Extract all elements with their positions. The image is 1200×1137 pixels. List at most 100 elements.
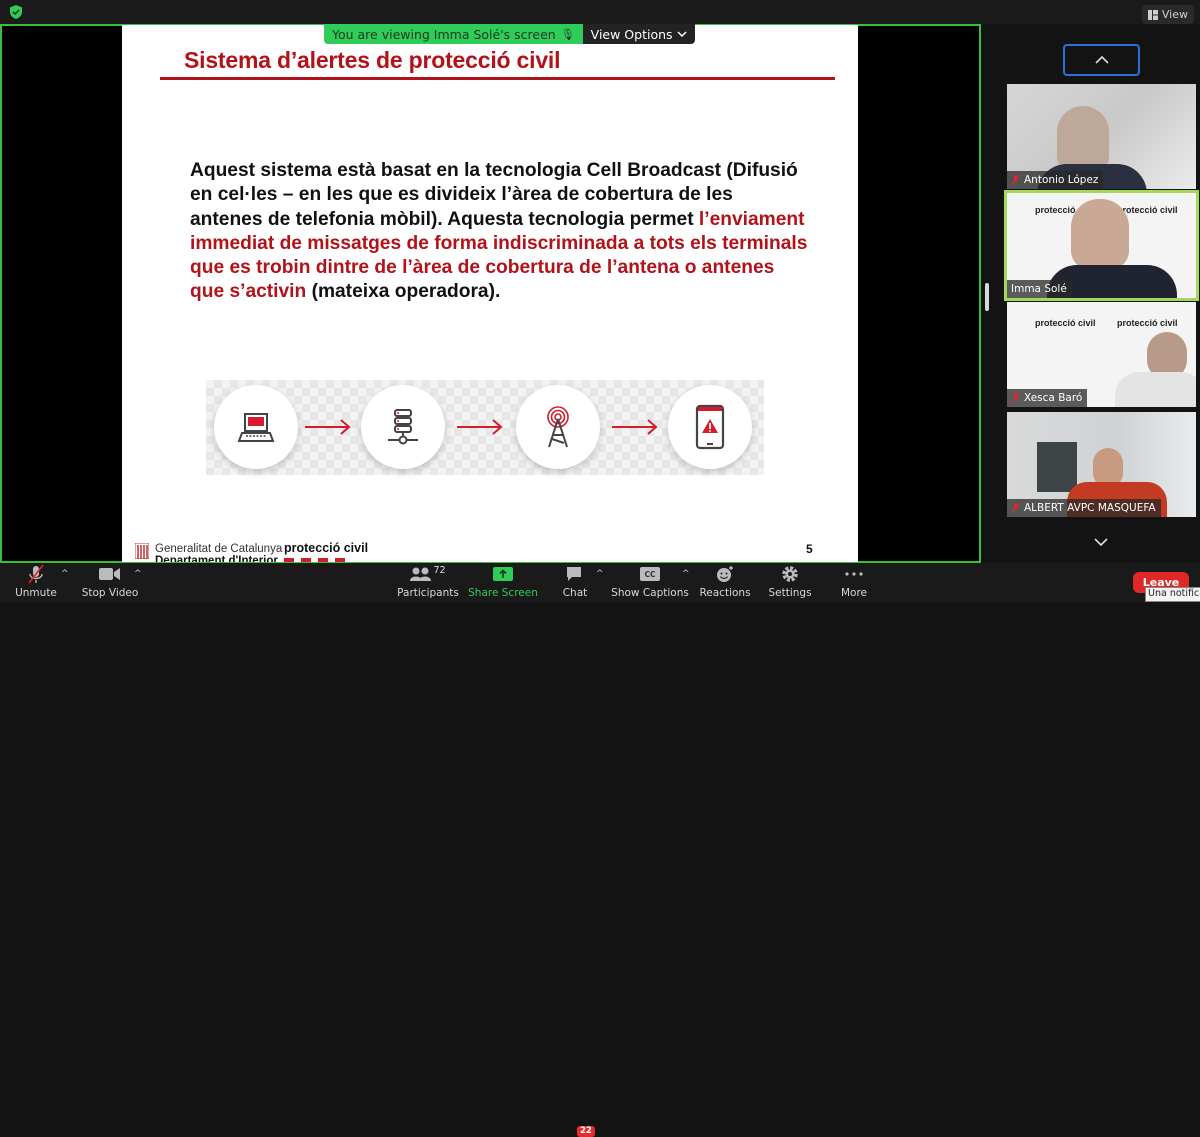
video-options-caret[interactable]: ^ [134, 569, 142, 579]
participant-name-bar: Antonio López [1007, 171, 1104, 189]
participant-name-bar: ALBERT AVPC MASQUEFA [1007, 499, 1161, 517]
viewing-message-text: You are viewing Imma Solé's screen [332, 26, 556, 42]
stop-video-button[interactable]: Stop Video [82, 563, 138, 602]
flow-step-antenna [516, 385, 600, 469]
show-captions-label: Show Captions [611, 587, 689, 599]
show-captions-button[interactable]: CC Show Captions [611, 563, 689, 602]
mic-muted-icon [1011, 174, 1020, 185]
participant-name: Xesca Baró [1024, 392, 1083, 404]
closed-captions-icon: CC [640, 567, 660, 581]
background-brand-right: protecció civil [1117, 318, 1178, 328]
arrow-right-icon [612, 419, 658, 435]
notification-tooltip: Una notificació [1145, 587, 1200, 602]
share-screen-icon [493, 567, 513, 581]
shield-check-icon[interactable] [8, 4, 24, 20]
reactions-label: Reactions [699, 587, 751, 599]
captions-options-caret[interactable]: ^ [682, 569, 690, 579]
flow-step-laptop [214, 385, 298, 469]
video-tile-active-speaker[interactable]: protecció protecció civil Imma Solé [1004, 190, 1199, 301]
view-options-button[interactable]: View Options [582, 24, 695, 44]
settings-button[interactable]: Settings [768, 563, 812, 602]
viewing-screen-message: You are viewing Imma Solé's screen 🎙 [324, 24, 583, 44]
video-tile[interactable]: Antonio López [1007, 84, 1196, 189]
generalitat-emblem-icon [135, 543, 149, 559]
mic-muted-icon [28, 564, 44, 584]
chevron-down-icon [1094, 538, 1108, 546]
chat-bubble-icon [567, 567, 581, 581]
video-camera-icon [99, 568, 120, 580]
splitter-handle[interactable] [985, 283, 989, 311]
participant-name-bar: Xesca Baró [1007, 389, 1088, 407]
brand-name: protecció civil [284, 541, 369, 555]
flow-step-mobile-alert [668, 385, 752, 469]
meeting-toolbar: Unmute ^ Stop Video ^ 72 Participants Sh… [0, 563, 1200, 1137]
participants-label: Participants [397, 587, 459, 599]
participant-name: ALBERT AVPC MASQUEFA [1024, 502, 1156, 514]
process-flow-diagram [206, 380, 764, 475]
slide-title: Sistema d’alertes de protecció civil [184, 47, 561, 73]
more-label: More [840, 587, 868, 599]
background-brand-left: protecció [1035, 205, 1076, 215]
reactions-button[interactable]: Reactions [699, 563, 751, 602]
participant-video [1057, 106, 1109, 168]
mic-icon: 🎙 [560, 27, 575, 41]
mic-muted-icon [1011, 392, 1020, 403]
gallery-prev-button[interactable] [1063, 44, 1140, 76]
brand-squares [284, 558, 368, 562]
arrow-right-icon [457, 419, 503, 435]
chat-label: Chat [562, 587, 588, 599]
body-text-black-end: (mateixa operadora). [306, 281, 501, 303]
arrow-right-icon [305, 419, 351, 435]
video-tile[interactable]: ALBERT AVPC MASQUEFA [1007, 412, 1196, 517]
view-options-label: View Options [590, 26, 673, 42]
mobile-alert-icon [695, 404, 725, 450]
more-button[interactable]: More [838, 563, 870, 602]
participant-video [1071, 199, 1129, 269]
presentation-slide: Sistema d’alertes de protecció civil Aqu… [122, 25, 858, 562]
smiley-add-icon [717, 566, 733, 582]
view-label: View [1161, 8, 1188, 21]
participants-count: 72 [433, 564, 446, 576]
chat-unread-badge: 22 [577, 1126, 595, 1137]
participants-button[interactable]: 72 Participants [397, 563, 459, 602]
unmute-label: Unmute [15, 587, 57, 599]
chat-options-caret[interactable]: ^ [596, 569, 604, 579]
title-divider [160, 77, 835, 80]
more-dots-icon [845, 572, 863, 576]
participant-name: Imma Solé [1011, 283, 1067, 295]
unmute-button[interactable]: Unmute [14, 563, 58, 602]
broadcast-antenna-icon [547, 406, 569, 448]
top-bar: View [0, 0, 1200, 24]
gallery-next-button[interactable] [1090, 533, 1112, 551]
participant-video-body [1115, 372, 1196, 407]
chevron-down-icon [677, 31, 687, 37]
slide-body-text: Aquest sistema està basat en la tecnolog… [190, 159, 810, 305]
participant-name-bar: Imma Solé [1007, 280, 1072, 298]
background-brand-left: protecció civil [1035, 318, 1096, 328]
grid-view-icon [1147, 9, 1158, 20]
flow-step-server [361, 385, 445, 469]
server-network-icon [388, 409, 418, 445]
chat-button[interactable]: Chat [558, 563, 592, 602]
generalitat-logo: Generalitat de Catalunya Departament d'I… [135, 543, 282, 562]
mic-muted-icon [1011, 502, 1020, 513]
slide-page-number: 5 [806, 542, 813, 556]
share-screen-button[interactable]: Share Screen [468, 563, 538, 602]
participant-name: Antonio López [1024, 174, 1099, 186]
share-screen-label: Share Screen [468, 587, 538, 599]
laptop-icon [237, 413, 275, 442]
background-brand-right: protecció civil [1117, 205, 1178, 215]
view-button[interactable]: View [1141, 5, 1194, 24]
chevron-up-icon [1094, 56, 1109, 64]
gear-icon [782, 566, 798, 582]
settings-label: Settings [768, 587, 812, 599]
audio-options-caret[interactable]: ^ [61, 569, 69, 579]
stop-video-label: Stop Video [81, 587, 139, 599]
proteccio-civil-logo: protecció civil [284, 541, 368, 562]
department-name: Departament d'Interior [155, 555, 278, 562]
org-name: Generalitat de Catalunya [155, 543, 283, 555]
participants-icon [410, 567, 432, 581]
screen-share-banner: You are viewing Imma Solé's screen 🎙 Vie… [324, 24, 695, 44]
background-door [1037, 442, 1077, 492]
video-tile[interactable]: protecció civil protecció civil Xesca Ba… [1007, 302, 1196, 407]
